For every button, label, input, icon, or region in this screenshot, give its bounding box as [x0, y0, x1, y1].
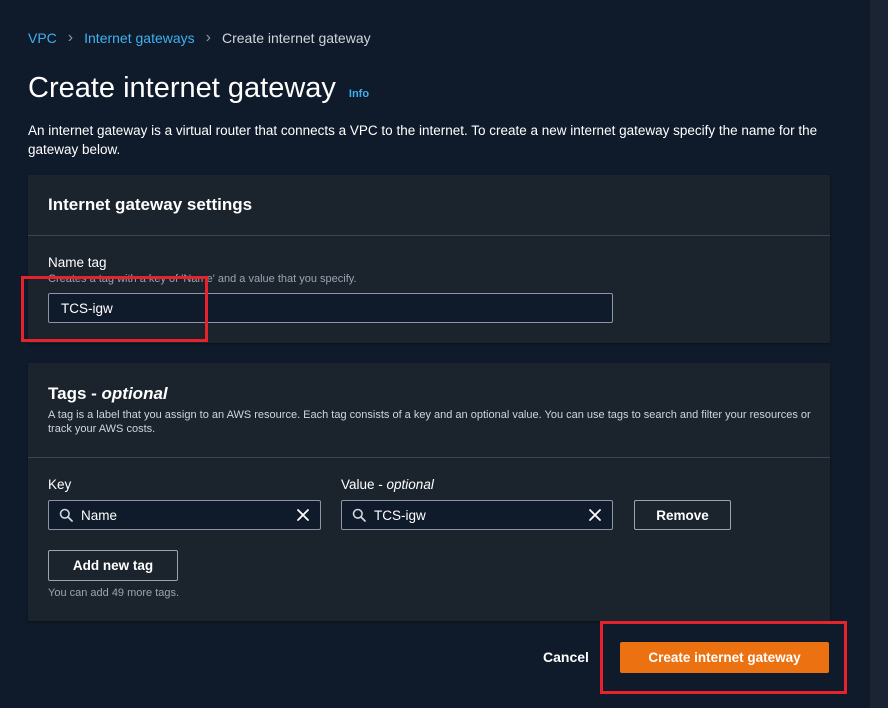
- cancel-button[interactable]: Cancel: [543, 649, 589, 665]
- settings-panel-title: Internet gateway settings: [48, 195, 253, 214]
- breadcrumb: VPC › Internet gateways › Create interne…: [28, 29, 371, 47]
- create-internet-gateway-button[interactable]: Create internet gateway: [620, 642, 829, 673]
- chevron-right-icon: ›: [205, 29, 211, 46]
- tags-panel-header: Tags - optional A tag is a label that yo…: [28, 363, 830, 458]
- breadcrumb-vpc[interactable]: VPC: [28, 30, 57, 46]
- name-tag-hint: Creates a tag with a key of 'Name' and a…: [48, 273, 357, 285]
- breadcrumb-current: Create internet gateway: [221, 30, 371, 46]
- close-icon[interactable]: [296, 508, 310, 522]
- tags-panel: Tags - optional A tag is a label that yo…: [28, 363, 830, 621]
- tag-key-input[interactable]: Name: [48, 500, 321, 530]
- tags-title-text: Tags -: [48, 384, 102, 403]
- tag-limit-hint: You can add 49 more tags.: [48, 587, 180, 599]
- chevron-right-icon: ›: [67, 29, 74, 46]
- tag-value-input[interactable]: TCS-igw: [341, 500, 613, 530]
- close-icon[interactable]: [588, 508, 602, 522]
- page-title-row: Create internet gateway Info: [28, 72, 369, 105]
- value-label: Value - optional: [341, 477, 434, 492]
- page-description: An internet gateway is a virtual router …: [28, 123, 818, 157]
- info-link[interactable]: Info: [349, 88, 369, 100]
- tags-title-optional: optional: [101, 384, 168, 403]
- remove-tag-button[interactable]: Remove: [634, 500, 731, 530]
- search-icon: [59, 508, 73, 522]
- settings-panel-header: Internet gateway settings: [28, 175, 830, 236]
- tag-value-value: TCS-igw: [374, 507, 426, 523]
- add-new-tag-button[interactable]: Add new tag: [48, 550, 178, 581]
- value-label-text: Value -: [341, 477, 387, 492]
- value-label-optional: optional: [386, 477, 434, 492]
- tag-key-value: Name: [81, 507, 118, 523]
- tags-panel-description: A tag is a label that you assign to an A…: [48, 409, 811, 435]
- key-label: Key: [48, 477, 72, 492]
- tags-panel-title: Tags - optional: [48, 384, 168, 404]
- breadcrumb-internet-gateways[interactable]: Internet gateways: [84, 30, 195, 46]
- page-title: Create internet gateway: [28, 72, 336, 104]
- name-tag-input[interactable]: [48, 293, 613, 323]
- right-edge-strip: [870, 0, 888, 708]
- settings-panel: Internet gateway settings Name tag Creat…: [28, 175, 830, 343]
- page: VPC › Internet gateways › Create interne…: [0, 0, 870, 708]
- name-tag-label: Name tag: [48, 255, 107, 270]
- search-icon: [352, 508, 366, 522]
